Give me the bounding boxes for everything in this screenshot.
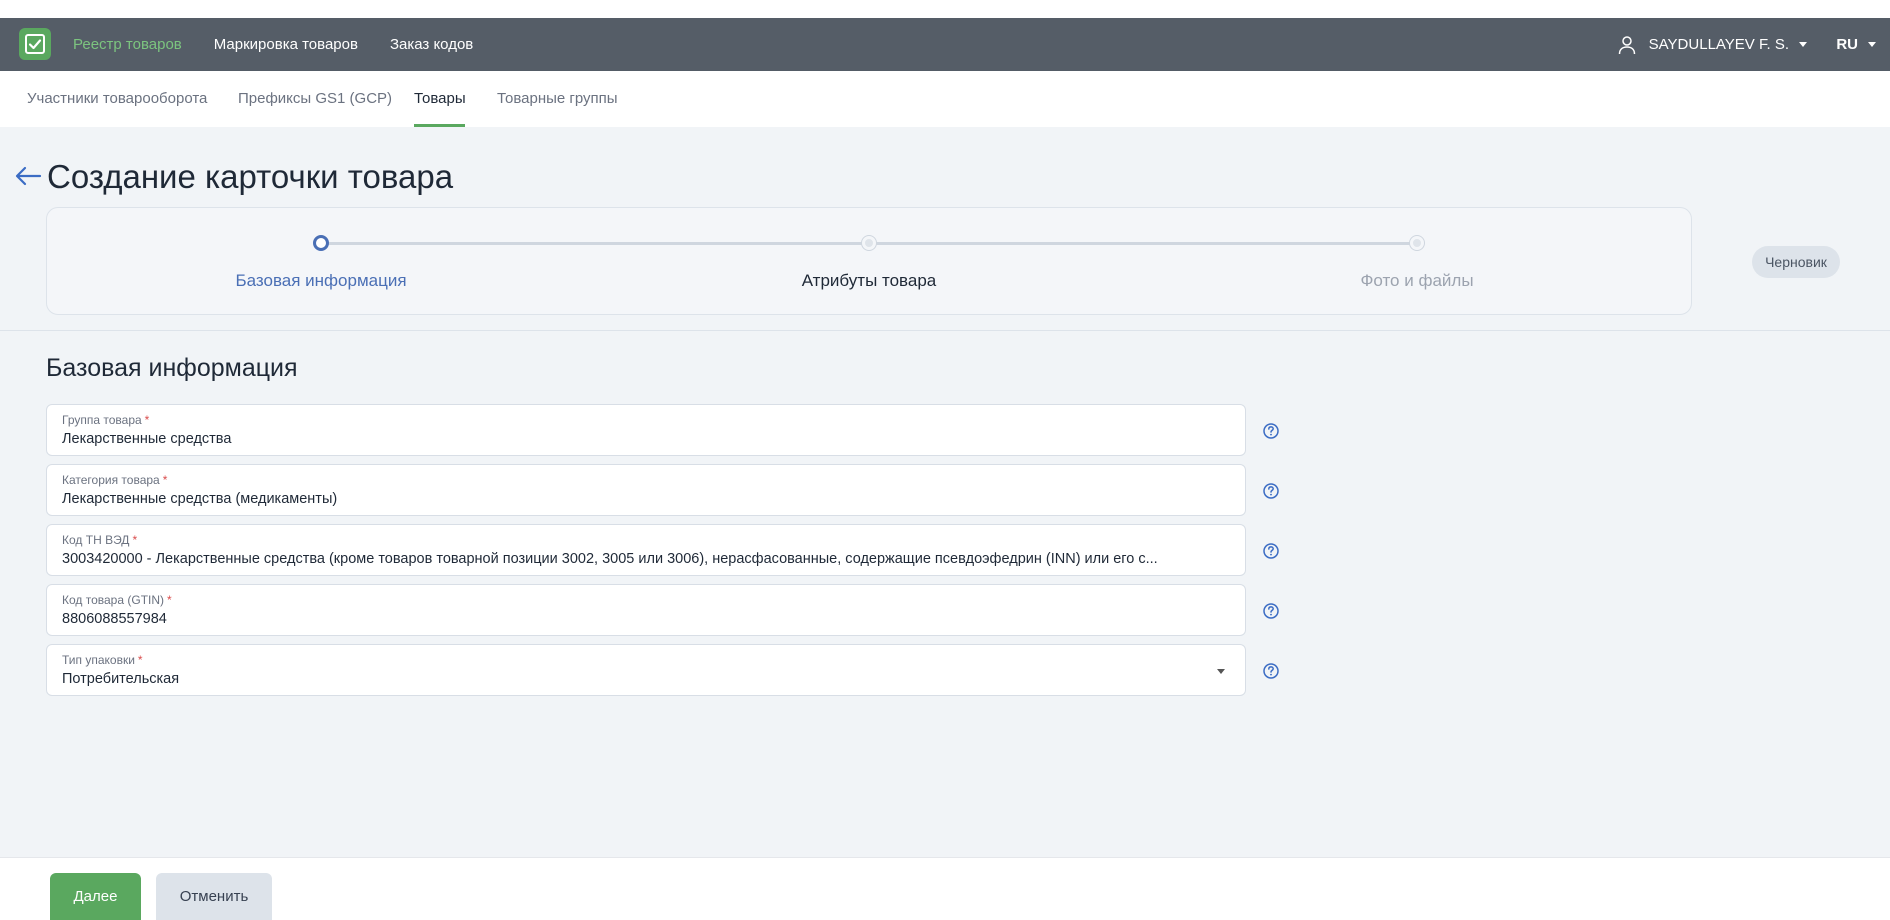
step-dot-active[interactable] bbox=[313, 235, 329, 251]
chevron-down-icon bbox=[1799, 42, 1807, 47]
language-selector[interactable]: RU bbox=[1836, 18, 1876, 71]
tab-products[interactable]: Товары bbox=[414, 71, 466, 127]
nav-product-registry[interactable]: Реестр товаров bbox=[73, 36, 182, 53]
cancel-button[interactable]: Отменить bbox=[156, 873, 272, 920]
help-icon[interactable] bbox=[1262, 482, 1280, 500]
user-icon bbox=[1618, 35, 1635, 54]
field-label: Код ТН ВЭД * bbox=[62, 533, 138, 547]
tab-participants[interactable]: Участники товарооборота bbox=[27, 71, 207, 127]
tab-gs1-prefixes[interactable]: Префиксы GS1 (GCP) bbox=[238, 71, 392, 127]
footer-bar bbox=[0, 857, 1890, 920]
status-badge: Черновик bbox=[1752, 246, 1840, 278]
field-label: Категория товара * bbox=[62, 473, 168, 487]
gtin-field[interactable]: Код товара (GTIN) * 8806088557984 bbox=[46, 584, 1246, 636]
help-icon[interactable] bbox=[1262, 542, 1280, 560]
user-name: SAYDULLAYEV F. S. bbox=[1648, 36, 1789, 53]
step-connector bbox=[321, 242, 869, 245]
tab-product-groups[interactable]: Товарные группы bbox=[497, 71, 618, 127]
dropdown-caret-icon[interactable] bbox=[1217, 669, 1225, 674]
field-value: 3003420000 - Лекарственные средства (кро… bbox=[62, 551, 1158, 567]
step-dot[interactable] bbox=[1410, 236, 1424, 250]
field-value: Потребительская bbox=[62, 671, 180, 687]
step-photos-files[interactable]: Фото и файлы bbox=[1360, 271, 1473, 291]
package-type-select[interactable]: Тип упаковки * Потребительская bbox=[46, 644, 1246, 696]
next-button[interactable]: Далее bbox=[50, 873, 141, 920]
nav-product-marking[interactable]: Маркировка товаров bbox=[214, 36, 358, 53]
section-title: Базовая информация bbox=[46, 354, 298, 382]
help-icon[interactable] bbox=[1262, 662, 1280, 680]
back-arrow-icon[interactable] bbox=[14, 164, 42, 188]
user-menu[interactable]: SAYDULLAYEV F. S. bbox=[1617, 18, 1807, 71]
step-product-attributes[interactable]: Атрибуты товара bbox=[802, 271, 937, 291]
help-icon[interactable] bbox=[1262, 602, 1280, 620]
divider bbox=[0, 330, 1890, 331]
field-label: Код товара (GTIN) * bbox=[62, 593, 172, 607]
field-value: 8806088557984 bbox=[62, 611, 167, 627]
help-icon[interactable] bbox=[1262, 422, 1280, 440]
field-value: Лекарственные средства (медикаменты) bbox=[62, 491, 338, 507]
product-group-field[interactable]: Группа товара * Лекарственные средства bbox=[46, 404, 1246, 456]
stepper: Базовая информация Атрибуты товара Фото … bbox=[46, 207, 1692, 315]
top-nav: Реестр товаров Маркировка товаров Заказ … bbox=[73, 18, 505, 71]
chevron-down-icon bbox=[1868, 42, 1876, 47]
nav-code-order[interactable]: Заказ кодов bbox=[390, 36, 473, 53]
step-basic-info[interactable]: Базовая информация bbox=[235, 271, 406, 291]
logo-icon[interactable] bbox=[19, 28, 51, 60]
top-header: Реестр товаров Маркировка товаров Заказ … bbox=[0, 18, 1890, 71]
product-category-field[interactable]: Категория товара * Лекарственные средства… bbox=[46, 464, 1246, 516]
field-value: Лекарственные средства bbox=[62, 431, 232, 447]
step-connector bbox=[869, 242, 1417, 245]
field-label: Группа товара * bbox=[62, 413, 150, 427]
field-label: Тип упаковки * bbox=[62, 653, 143, 667]
sub-nav: Участники товарооборота Префиксы GS1 (GC… bbox=[0, 71, 1890, 127]
step-dot[interactable] bbox=[862, 236, 876, 250]
language-label: RU bbox=[1836, 36, 1858, 53]
page-title: Создание карточки товара bbox=[47, 158, 454, 195]
tn-ved-code-field[interactable]: Код ТН ВЭД * 3003420000 - Лекарственные с… bbox=[46, 524, 1246, 576]
